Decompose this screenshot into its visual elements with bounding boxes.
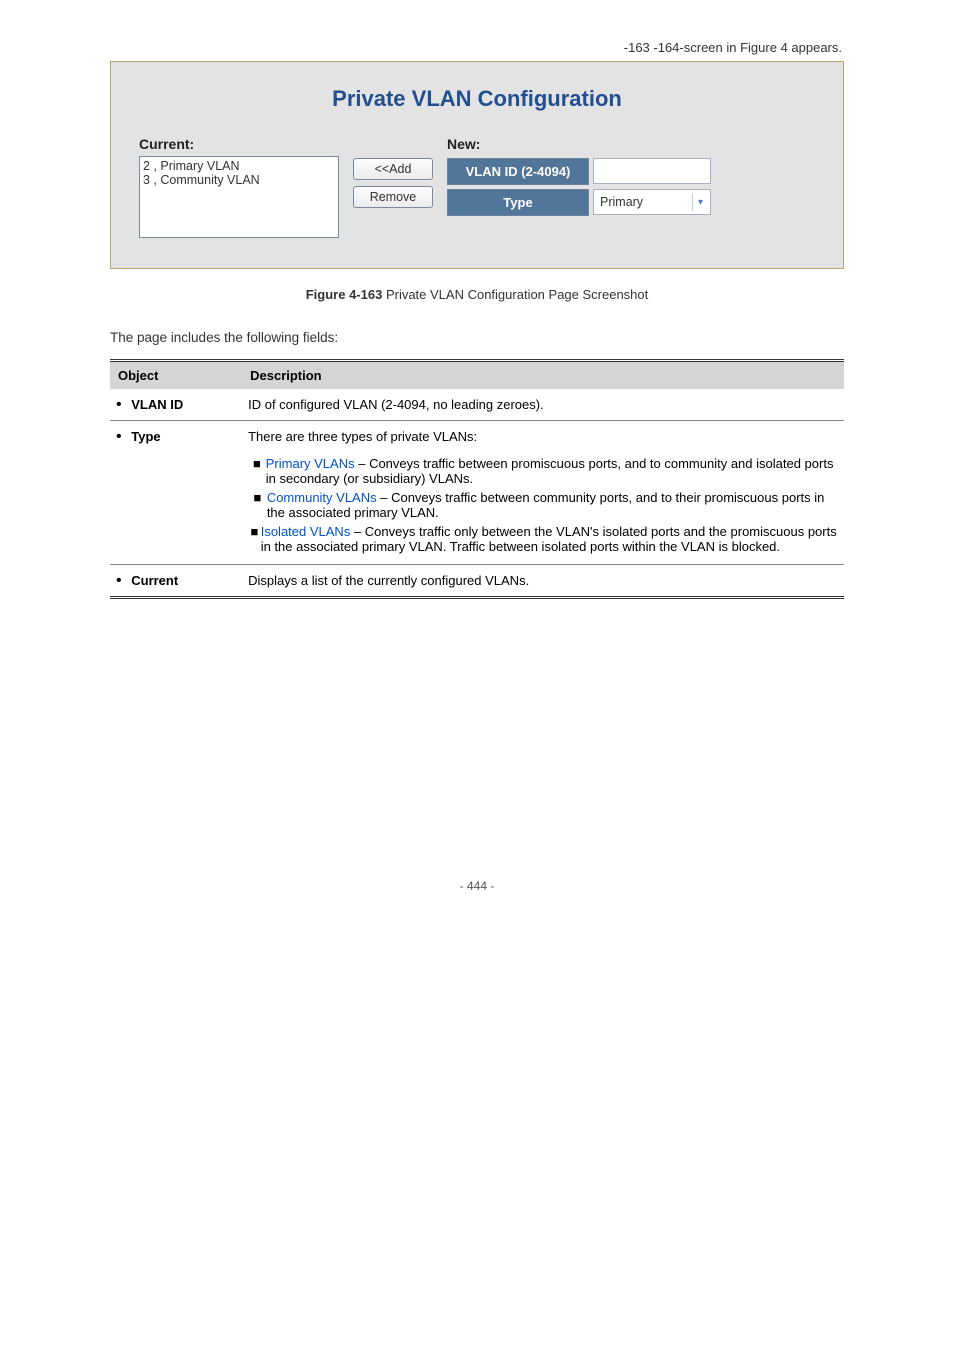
bullet-icon: • <box>116 428 128 445</box>
page-number: - 444 - <box>110 879 844 893</box>
add-button[interactable]: <<Add <box>353 158 433 180</box>
col-description: Description <box>242 361 844 390</box>
figure-title: Private VLAN Configuration <box>129 76 825 136</box>
row-description: ID of configured VLAN (2-4094, no leadin… <box>242 389 844 421</box>
table-row: • Current Displays a list of the current… <box>110 565 844 598</box>
nested-label: Primary VLANs <box>266 456 355 471</box>
vlan-id-input[interactable] <box>593 158 711 184</box>
table-row: • Type There are three types of private … <box>110 421 844 565</box>
table-row: • VLAN ID ID of configured VLAN (2-4094,… <box>110 389 844 421</box>
nested-item: ■ Primary VLANs – Conveys traffic betwee… <box>248 454 838 488</box>
row-object: VLAN ID <box>131 397 183 412</box>
list-item[interactable]: 2 , Primary VLAN <box>143 159 335 173</box>
parameters-table: Object Description • VLAN ID ID of confi… <box>110 359 844 599</box>
square-bullet-icon: ■ <box>248 456 266 486</box>
table-header-row: Object Description <box>110 361 844 390</box>
figure-container: Private VLAN Configuration Current: 2 , … <box>110 61 844 269</box>
bullet-icon: • <box>116 572 128 589</box>
type-header: Type <box>447 189 589 216</box>
vlan-id-header: VLAN ID (2-4094) <box>447 158 589 185</box>
nested-item: ■ Community VLANs – Conveys traffic betw… <box>248 488 838 522</box>
list-item[interactable]: 3 , Community VLAN <box>143 173 335 187</box>
nested-item: ■ Isolated VLANs – Conveys traffic only … <box>248 522 838 556</box>
bullet-icon: • <box>116 396 128 413</box>
nested-label: Isolated VLANs <box>261 524 351 539</box>
row-description: There are three types of private VLANs: … <box>242 421 844 565</box>
new-label: New: <box>447 136 711 158</box>
figure-caption: Figure 4-163 Private VLAN Configuration … <box>110 287 844 302</box>
row-object: Current <box>131 573 178 588</box>
top-reference-text: -163 -164-screen in Figure 4 appears. <box>110 40 844 55</box>
remove-button[interactable]: Remove <box>353 186 433 208</box>
col-object: Object <box>110 361 242 390</box>
chevron-down-icon: ▾ <box>692 193 708 211</box>
square-bullet-icon: ■ <box>248 524 261 554</box>
nested-label: Community VLANs <box>267 490 377 505</box>
current-vlan-list[interactable]: 2 , Primary VLAN 3 , Community VLAN <box>139 156 339 238</box>
current-label: Current: <box>139 136 339 156</box>
row-object: Type <box>131 429 160 444</box>
type-select[interactable]: Primary ▾ <box>593 189 711 215</box>
square-bullet-icon: ■ <box>248 490 267 520</box>
row-description: Displays a list of the currently configu… <box>242 565 844 598</box>
type-select-value: Primary <box>600 195 643 209</box>
body-text: The page includes the following fields: <box>110 330 844 345</box>
